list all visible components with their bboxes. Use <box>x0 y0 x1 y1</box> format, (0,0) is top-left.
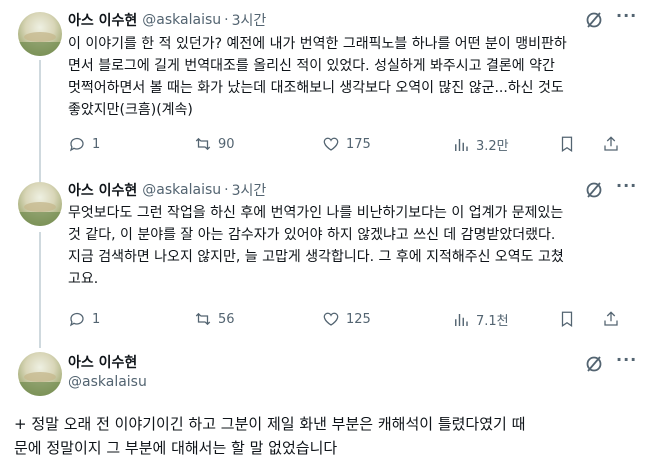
reply-button[interactable]: 1 <box>68 135 100 153</box>
author-handle[interactable]: @askalaisu <box>142 12 221 28</box>
reply-count: 1 <box>92 136 101 152</box>
tweet-text: 이 이야기를 한 적 있던가? 예전에 내가 번역한 그래픽노블 하나를 어떤 … <box>68 36 567 118</box>
thread-connector-line <box>39 60 41 172</box>
thread-connector-line <box>39 172 41 182</box>
timestamp[interactable]: 3시간 <box>232 10 267 30</box>
retweet-count: 56 <box>218 311 235 327</box>
retweet-button[interactable]: 90 <box>194 135 235 153</box>
like-button[interactable]: 125 <box>322 310 371 328</box>
timestamp[interactable]: 3시간 <box>232 180 267 200</box>
avatar[interactable] <box>18 352 62 396</box>
like-button[interactable]: 175 <box>322 135 371 153</box>
view-count: 3.2만 <box>476 139 509 154</box>
bookmark-button[interactable] <box>558 135 576 157</box>
tweet-1[interactable]: 아스 이수현 @askalaisu · 3시간 ··· 이 이야기를 한 적 있… <box>0 0 652 172</box>
share-button[interactable] <box>602 135 620 157</box>
tweet-text: 무엇보다도 그런 작업을 하신 후에 번역가인 나를 비난하기보다는 이 업계가… <box>68 205 564 287</box>
author-handle[interactable]: @askalaisu <box>142 182 221 198</box>
heart-icon <box>323 137 339 151</box>
separator-dot: · <box>224 12 229 28</box>
bookmark-icon <box>561 136 573 152</box>
share-upload-icon <box>604 136 618 151</box>
views-button[interactable]: 3.2만 <box>452 135 509 154</box>
more-dots-icon[interactable]: ··· <box>616 6 637 25</box>
author-name[interactable]: 아스 이수현 <box>68 10 137 30</box>
more-dots-icon[interactable]: ··· <box>616 350 637 369</box>
bar-chart-icon <box>455 313 468 326</box>
thread-connector-line <box>39 340 41 348</box>
retweet-arrows-icon <box>195 312 211 326</box>
heart-icon <box>323 312 339 326</box>
speech-bubble-icon <box>69 312 84 327</box>
view-count: 7.1천 <box>476 314 509 329</box>
views-button[interactable]: 7.1천 <box>452 310 509 329</box>
tweet-text: + 정말 오래 전 이야기이긴 하고 그분이 제일 화낸 부분은 캐해석이 틀렸… <box>14 415 526 457</box>
thread-connector-line <box>39 232 41 340</box>
avatar[interactable] <box>18 12 62 56</box>
retweet-count: 90 <box>218 136 235 152</box>
author-name[interactable]: 아스 이수현 <box>68 352 137 372</box>
bookmark-button[interactable] <box>558 310 576 332</box>
share-upload-icon <box>604 311 618 326</box>
grok-slash-icon[interactable] <box>584 10 604 30</box>
author-handle[interactable]: @askalaisu <box>68 374 147 390</box>
reply-button[interactable]: 1 <box>68 310 100 328</box>
bar-chart-icon <box>455 138 468 151</box>
tweet-2[interactable]: 아스 이수현 @askalaisu · 3시간 ··· 무엇보다도 그런 작업을… <box>0 172 652 340</box>
more-dots-icon[interactable]: ··· <box>616 176 637 195</box>
grok-slash-icon[interactable] <box>584 180 604 200</box>
tweet-3-focused[interactable]: 아스 이수현 @askalaisu ··· + 정말 오래 전 이야기이긴 하고… <box>0 340 652 474</box>
author-name[interactable]: 아스 이수현 <box>68 180 137 200</box>
bookmark-icon <box>561 311 573 327</box>
share-button[interactable] <box>602 310 620 332</box>
reply-count: 1 <box>92 311 101 327</box>
avatar[interactable] <box>18 182 62 226</box>
action-bar: 1 90 175 3.2만 <box>68 135 628 155</box>
action-bar: 1 56 125 7.1천 <box>68 310 628 330</box>
retweet-arrows-icon <box>195 137 211 151</box>
separator-dot: · <box>224 182 229 198</box>
speech-bubble-icon <box>69 137 84 152</box>
retweet-button[interactable]: 56 <box>194 310 235 328</box>
like-count: 125 <box>346 311 371 327</box>
like-count: 175 <box>346 136 371 152</box>
grok-slash-icon[interactable] <box>584 354 604 374</box>
